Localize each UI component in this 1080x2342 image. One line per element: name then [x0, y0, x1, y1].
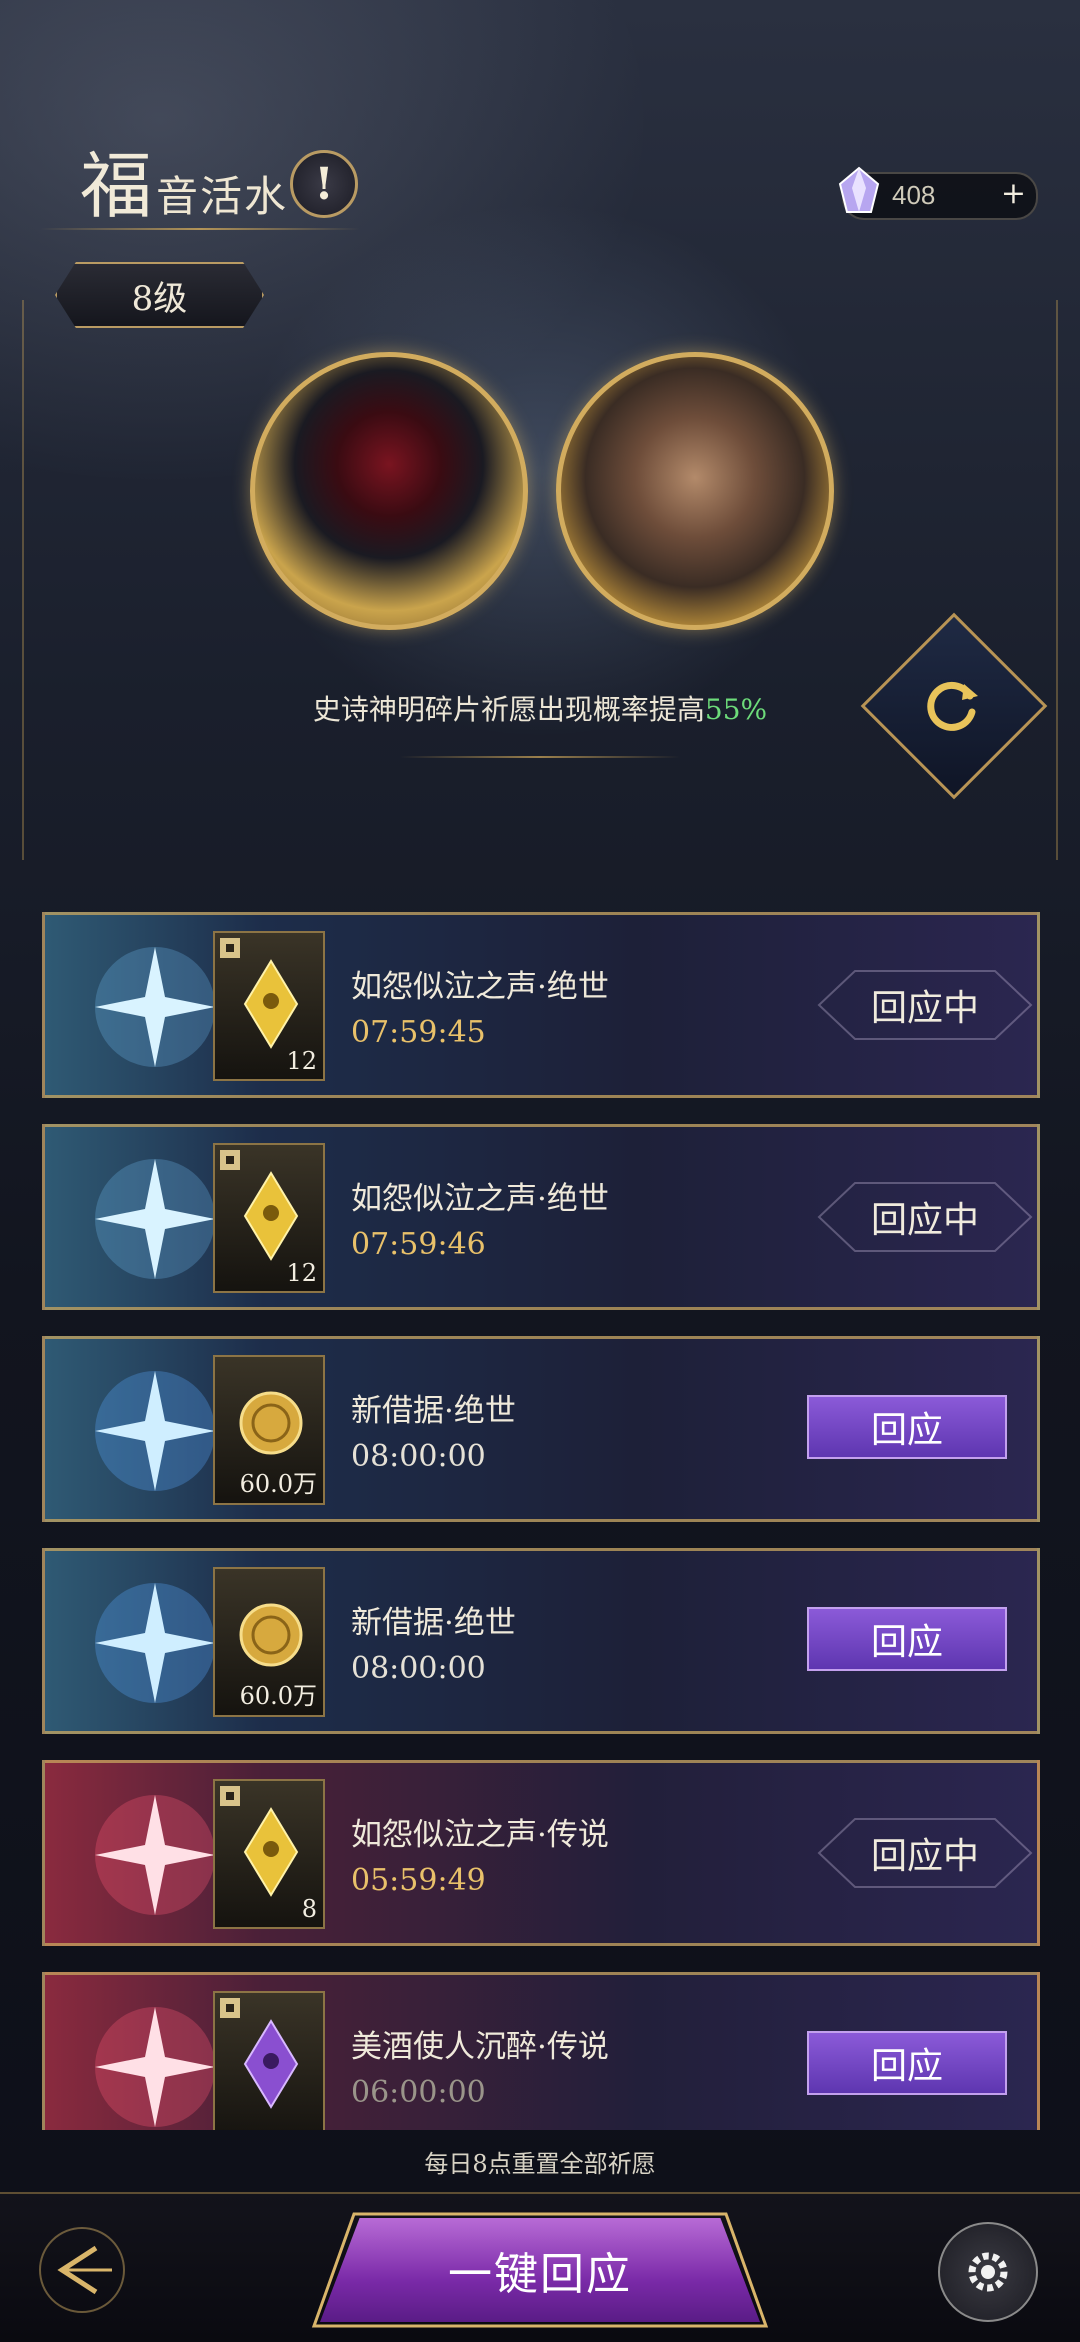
rarity-tag-icon: [220, 1998, 240, 2018]
reward-item[interactable]: 8: [213, 1779, 325, 1929]
respond-button[interactable]: 回应: [807, 1607, 1007, 1671]
responding-status: 回应中: [870, 988, 979, 1029]
respond-button-label: 回应: [870, 1410, 943, 1451]
gold-fragment-icon: [243, 1807, 299, 1897]
coin-icon: [239, 1603, 303, 1667]
respond-button[interactable]: 回应: [807, 2031, 1007, 2095]
frame-left: [22, 300, 24, 860]
wish-card[interactable]: 60.0万 新借据·绝世 08:00:00 回应: [42, 1548, 1040, 1734]
title-underline: [40, 228, 360, 230]
wish-card[interactable]: 60.0万 新借据·绝世 08:00:00 回应: [42, 1336, 1040, 1522]
item-count: 60.0万: [239, 1470, 317, 1498]
reward-item[interactable]: 60.0万: [213, 1355, 325, 1505]
frame-right: [1056, 300, 1058, 860]
level-badge: 8级: [55, 262, 264, 328]
wish-card[interactable]: 12 如怨似泣之声·绝世 07:59:45 回应中: [42, 912, 1040, 1098]
wish-timer: 08:00:00: [351, 1439, 486, 1474]
info-button[interactable]: !: [290, 150, 358, 218]
wish-timer: 07:59:46: [351, 1227, 486, 1262]
portrait-warrior[interactable]: [556, 352, 834, 630]
reset-note: 每日8点重置全部祈愿: [424, 2150, 656, 2178]
wish-name: 新借据·绝世: [351, 1393, 516, 1429]
rarity-tag-icon: [220, 1786, 240, 1806]
wish-card[interactable]: 12 如怨似泣之声·绝世 07:59:46 回应中: [42, 1124, 1040, 1310]
gold-fragment-icon: [243, 1171, 299, 1261]
rarity-tag-icon: [220, 1150, 240, 1170]
settings-button[interactable]: [938, 2222, 1038, 2322]
wish-timer: 07:59:45: [351, 1015, 486, 1050]
wish-card[interactable]: 8 如怨似泣之声·传说 05:59:49 回应中: [42, 1760, 1040, 1946]
reward-item[interactable]: [213, 1991, 325, 2130]
wish-card[interactable]: 美酒使人沉醉·传说 06:00:00 回应: [42, 1972, 1040, 2130]
page-title-rest: 音活水: [156, 171, 289, 221]
wish-name: 如怨似泣之声·绝世: [351, 969, 609, 1005]
red-star-icon: [95, 1795, 215, 1915]
red-star-icon: [95, 2007, 215, 2127]
wish-name: 新借据·绝世: [351, 1605, 516, 1641]
gear-icon: [968, 2252, 1008, 2292]
respond-button-label: 回应: [870, 1622, 943, 1663]
blue-star-icon: [95, 1583, 215, 1703]
gold-fragment-icon: [243, 959, 299, 1049]
one-key-respond-label: 一键回应: [448, 2249, 632, 2300]
refresh-icon: [927, 681, 978, 731]
page-title: 福 音活水: [80, 150, 288, 222]
page-title-first-char: 福: [80, 144, 153, 228]
coin-icon: [239, 1391, 303, 1455]
purple-fragment-icon: [243, 2019, 299, 2109]
reward-item[interactable]: 12: [213, 1143, 325, 1293]
respond-button[interactable]: 回应: [807, 1395, 1007, 1459]
respond-button-label: 回应: [870, 2046, 943, 2087]
probability-text: 史诗神明碎片祈愿出现概率提高: [312, 693, 705, 726]
description-divider: [400, 756, 680, 758]
reward-item[interactable]: 12: [213, 931, 325, 1081]
exclamation-icon: !: [314, 158, 334, 210]
item-count: 12: [286, 1259, 317, 1287]
blue-star-icon: [95, 1159, 215, 1279]
responding-status: 回应中: [870, 1836, 979, 1877]
item-count: 60.0万: [239, 1682, 317, 1710]
wish-timer: 08:00:00: [351, 1651, 486, 1686]
wish-timer: 06:00:00: [351, 2075, 486, 2110]
wish-timer: 05:59:49: [351, 1863, 486, 1898]
wish-name: 如怨似泣之声·绝世: [351, 1181, 609, 1217]
item-count: 8: [301, 1895, 317, 1923]
back-arrow-icon[interactable]: [34, 2222, 130, 2318]
currency-amount: 408: [892, 180, 936, 210]
item-count: 12: [286, 1047, 317, 1075]
blue-star-icon: [95, 1371, 215, 1491]
rarity-tag-icon: [220, 938, 240, 958]
reward-item[interactable]: 60.0万: [213, 1567, 325, 1717]
blue-star-icon: [95, 947, 215, 1067]
crystal-icon: [838, 166, 880, 213]
portrait-anubis[interactable]: [250, 352, 528, 630]
responding-status: 回应中: [870, 1200, 979, 1241]
probability-percent: 55%: [704, 693, 768, 726]
wish-list[interactable]: 12 如怨似泣之声·绝世 07:59:45 回应中 12 如怨似泣之声·绝世 0…: [0, 900, 1080, 2130]
wish-name: 美酒使人沉醉·传说: [351, 2029, 609, 2065]
one-key-respond-button[interactable]: 一键回应: [320, 2218, 760, 2322]
level-text: 8级: [131, 278, 188, 319]
wish-name: 如怨似泣之声·传说: [351, 1817, 609, 1853]
add-currency-icon[interactable]: +: [1001, 176, 1026, 211]
